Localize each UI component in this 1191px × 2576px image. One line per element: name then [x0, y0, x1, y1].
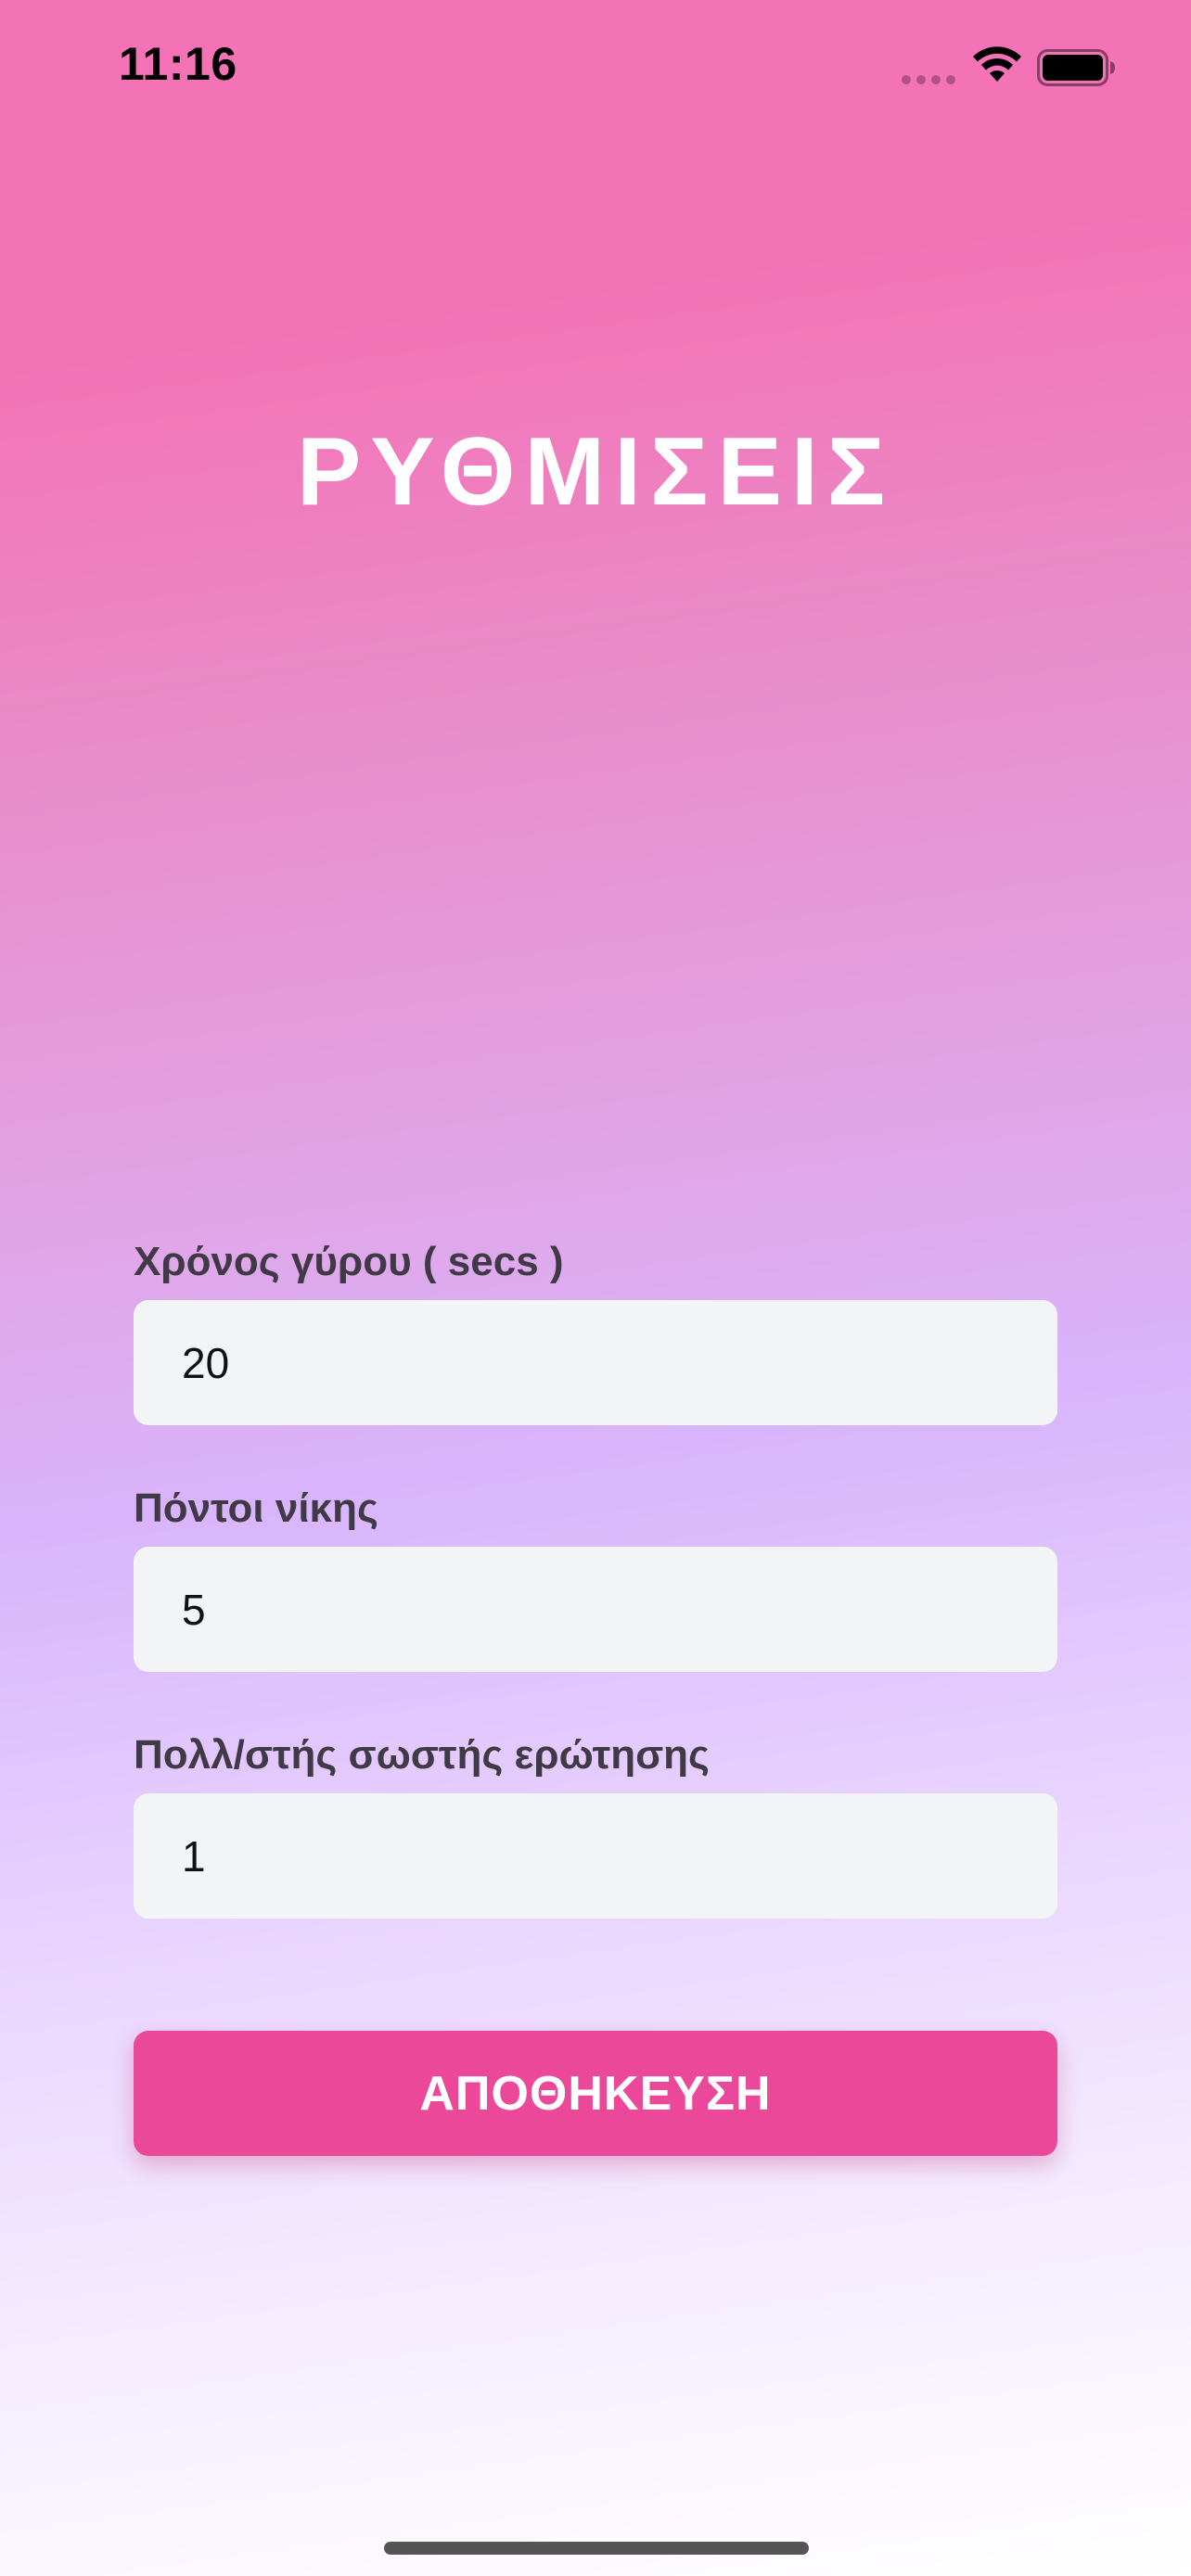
win-points-input[interactable]	[134, 1547, 1057, 1672]
correct-multiplier-input[interactable]	[134, 1793, 1057, 1919]
win-points-label: Πόντοι νίκης	[134, 1486, 378, 1531]
battery-icon	[1037, 49, 1115, 86]
status-bar: 11:16	[0, 0, 1191, 139]
home-indicator[interactable]	[384, 2542, 809, 2555]
round-time-input[interactable]	[134, 1300, 1057, 1425]
wifi-icon	[973, 46, 1021, 82]
correct-multiplier-label: Πολλ/στής σωστής ερώτησης	[134, 1732, 710, 1778]
signal-dots-icon	[902, 75, 957, 84]
status-time: 11:16	[119, 38, 237, 90]
save-button[interactable]: ΑΠΟΘΗΚΕΥΣΗ	[134, 2031, 1057, 2156]
round-time-label: Χρόνος γύρου ( secs )	[134, 1239, 564, 1284]
page-title: ΡΥΘΜΙΣΕΙΣ	[296, 418, 895, 526]
